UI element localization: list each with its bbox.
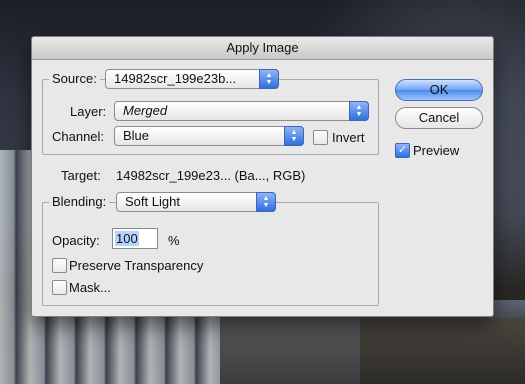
preserve-transparency-label: Preserve Transparency	[69, 258, 204, 273]
mask-label: Mask...	[69, 280, 111, 295]
invert-checkbox[interactable]	[313, 130, 328, 145]
up-down-arrows-icon: ▲ ▼	[256, 192, 276, 212]
source-popup[interactable]: 14982scr_199e23b... ▲ ▼	[105, 69, 279, 89]
mask-checkbox[interactable]	[52, 280, 67, 295]
promenade	[220, 316, 360, 384]
channel-label: Channel:	[52, 129, 105, 144]
opacity-value: 100	[115, 231, 139, 246]
target-label: Target:	[61, 168, 101, 183]
layer-value: Merged	[123, 103, 168, 118]
layer-label: Layer:	[70, 104, 107, 119]
up-down-arrows-icon: ▲ ▼	[349, 101, 369, 121]
blending-value: Soft Light	[125, 194, 180, 209]
layer-popup[interactable]: Merged ▲ ▼	[114, 101, 369, 121]
channel-value: Blue	[123, 128, 150, 143]
up-down-arrows-icon: ▲ ▼	[259, 69, 279, 89]
apply-image-dialog: Apply Image Source: 14982scr_199e23b... …	[31, 36, 494, 317]
preserve-transparency-checkbox[interactable]	[52, 258, 67, 273]
cancel-button[interactable]: Cancel	[395, 107, 483, 129]
blending-popup[interactable]: Soft Light ▲ ▼	[116, 192, 276, 212]
source-label: Source:	[49, 71, 100, 86]
target-value: 14982scr_199e23... (Ba..., RGB)	[116, 168, 306, 183]
invert-label: Invert	[332, 130, 365, 145]
opacity-label: Opacity:	[52, 233, 100, 248]
opacity-unit: %	[168, 233, 180, 248]
source-value: 14982scr_199e23b...	[114, 71, 237, 86]
preview-label: Preview	[413, 143, 460, 158]
ok-button[interactable]: OK	[395, 79, 483, 101]
up-down-arrows-icon: ▲ ▼	[284, 126, 304, 146]
channel-popup[interactable]: Blue ▲ ▼	[114, 126, 304, 146]
opacity-input[interactable]: 100	[112, 228, 158, 249]
dialog-title: Apply Image	[32, 37, 493, 60]
checkmark-icon: ✓	[397, 144, 408, 156]
blending-label: Blending:	[49, 194, 110, 209]
preview-checkbox[interactable]: ✓	[395, 143, 410, 158]
